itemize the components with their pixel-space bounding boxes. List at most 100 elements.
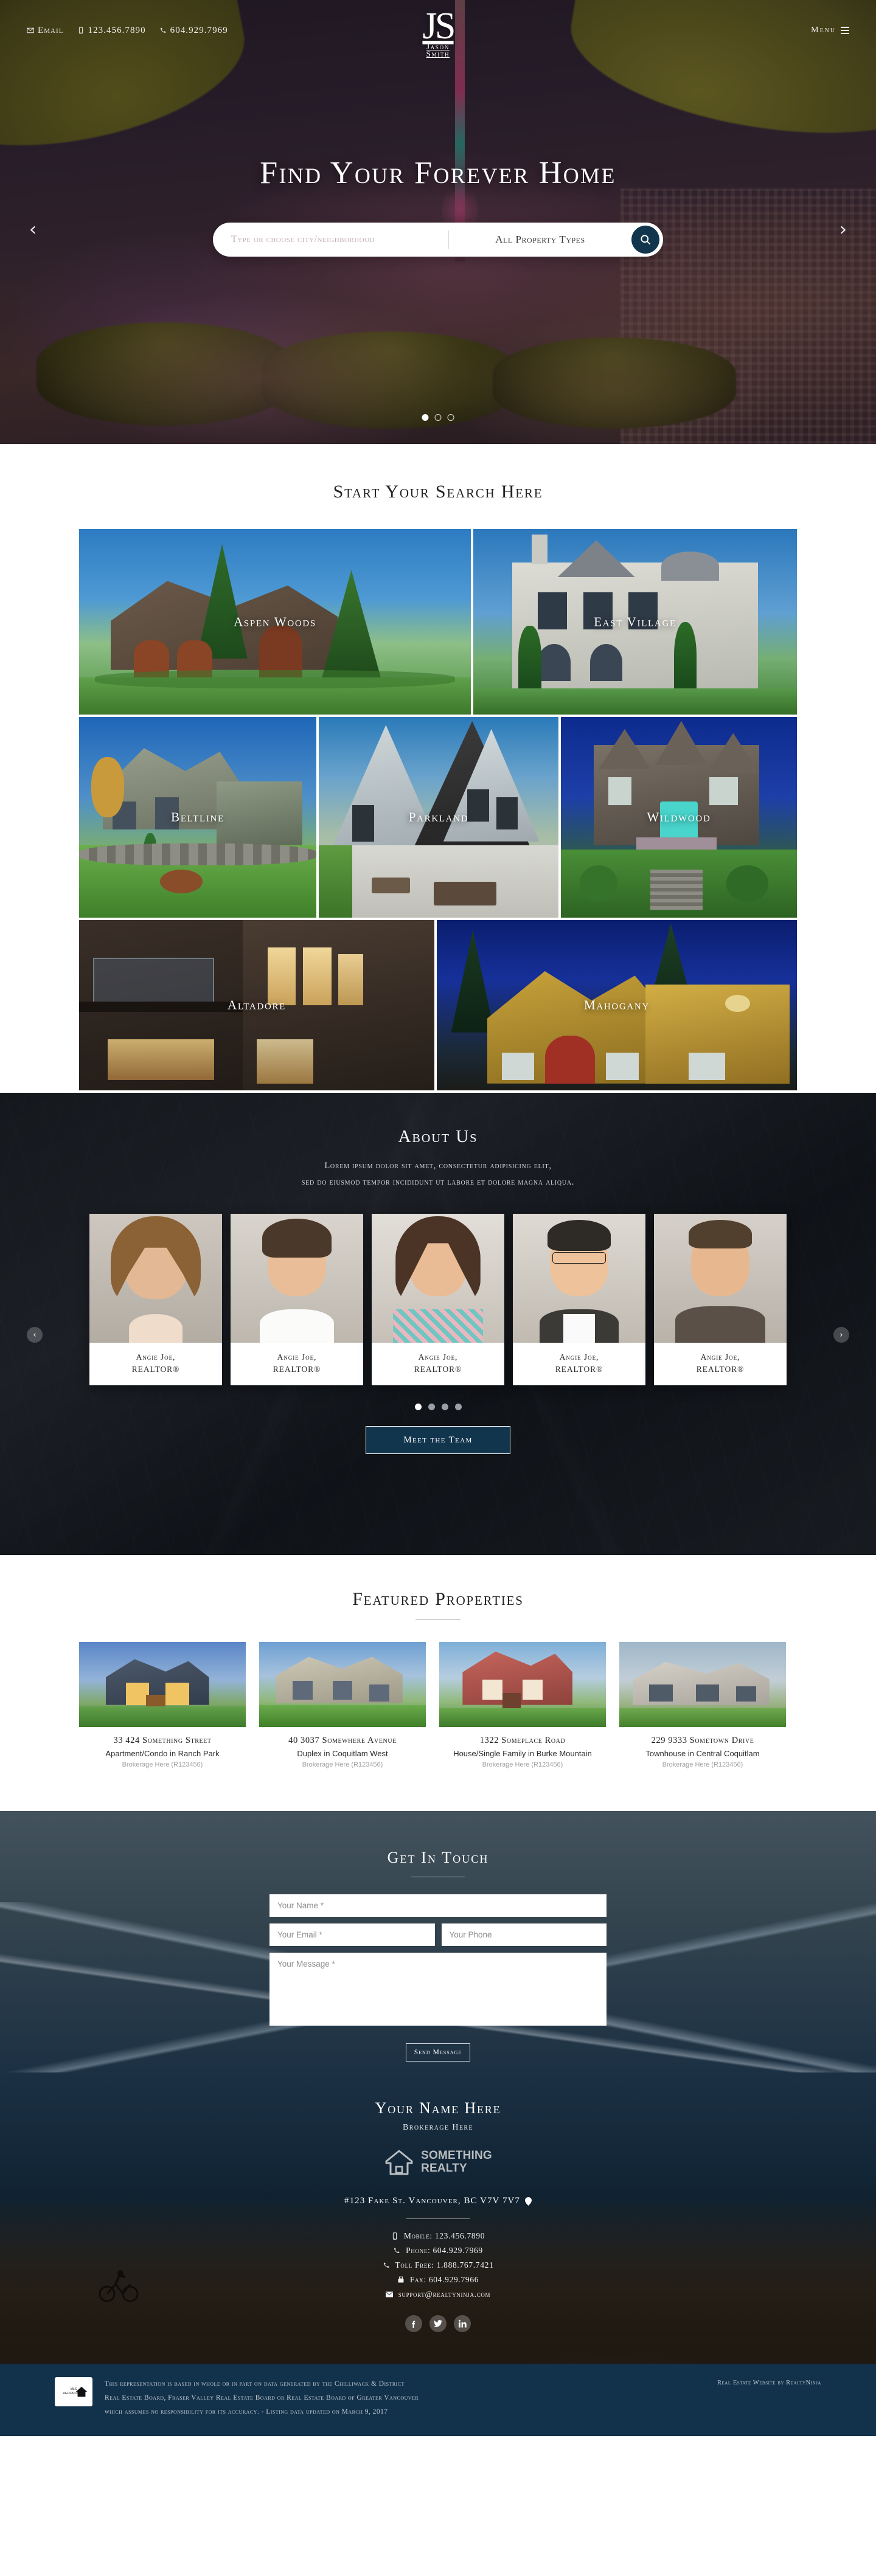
team-dot[interactable] <box>454 1404 462 1411</box>
logo-initials: JS <box>422 5 456 47</box>
team-member-name: Angie Joe, REALTOR® <box>654 1343 787 1386</box>
fax-icon <box>398 2276 404 2283</box>
property-brokerage: Brokerage Here (R123456) <box>662 1761 743 1768</box>
property-photo <box>619 1642 786 1727</box>
tile-label: Aspen Woods <box>234 614 316 629</box>
envelope-icon <box>385 2291 393 2297</box>
footer-phone-text: Phone: 604.929.7969 <box>406 2246 483 2255</box>
team-dot[interactable] <box>414 1404 422 1411</box>
tile-label: Parkland <box>408 809 469 825</box>
search-icon <box>641 235 651 245</box>
search-section-heading: Start Your Search Here <box>333 482 543 502</box>
tile-label: Altadore <box>227 997 287 1013</box>
contact-form: Send Message <box>269 1894 607 2062</box>
facebook-link[interactable] <box>405 2315 422 2332</box>
site-header: Email 123.456.7890 604.929.7969 JS Jason… <box>0 0 876 61</box>
send-message-button[interactable]: Send Message <box>406 2043 470 2062</box>
logo-last-name: Smith <box>426 49 450 59</box>
property-type: Apartment/Condo in Ranch Park <box>105 1749 220 1758</box>
envelope-icon <box>27 27 34 33</box>
footer-contact-list: Mobile: 123.456.7890 Phone: 604.929.7969… <box>0 2231 876 2299</box>
property-card[interactable]: 229 9333 Sometown Drive Townhouse in Cen… <box>619 1642 786 1768</box>
team-member-card[interactable]: Angie Joe, REALTOR® <box>654 1213 787 1386</box>
meet-the-team-button[interactable]: Meet the Team <box>366 1426 510 1455</box>
property-card[interactable]: 33 424 Something Street Apartment/Condo … <box>79 1642 246 1768</box>
header-email-link[interactable]: Email <box>27 26 64 36</box>
footer-toll-free[interactable]: Toll Free: 1.888.767.7421 <box>0 2260 876 2270</box>
legal-line2: Real Estate Board, Fraser Valley Real Es… <box>105 2394 419 2401</box>
team-member-photo <box>372 1213 504 1343</box>
linkedin-icon <box>458 2319 467 2328</box>
phone-field[interactable] <box>441 1923 607 1946</box>
contact-heading: Get In Touch <box>387 1849 489 1866</box>
featured-properties-list: 33 424 Something Street Apartment/Condo … <box>79 1642 797 1768</box>
header-phone-number: 604.929.7969 <box>170 25 228 35</box>
social-links <box>0 2315 876 2332</box>
email-field[interactable] <box>269 1923 435 1946</box>
message-field[interactable] <box>269 1953 607 2026</box>
team-member-name: Angie Joe, REALTOR® <box>372 1343 504 1386</box>
facebook-icon <box>412 2321 415 2328</box>
member-title-text: REALTOR® <box>555 1364 603 1374</box>
property-card[interactable]: 1322 Someplace Road House/Single Family … <box>439 1642 606 1768</box>
footer-email-text: support@realtyninja.com <box>398 2290 491 2299</box>
house-logo-icon <box>385 2150 413 2175</box>
search-input[interactable] <box>213 223 448 257</box>
hero-title: Find Your Forever Home <box>260 156 616 190</box>
linkedin-link[interactable] <box>454 2315 471 2332</box>
neighborhood-row: Beltline Parkland Wildwood <box>79 717 797 918</box>
property-address: 40 3037 Somewhere Avenue <box>288 1736 397 1745</box>
neighborhood-tile-parkland[interactable]: Parkland <box>319 717 558 918</box>
hero-next-arrow[interactable]: › <box>839 221 847 239</box>
team-dot[interactable] <box>428 1404 435 1411</box>
hero-prev-arrow[interactable]: ‹ <box>29 221 36 239</box>
hero-dot[interactable] <box>434 414 442 421</box>
tile-label: Mahogany <box>584 997 650 1013</box>
header-mobile-link[interactable]: 123.456.7890 <box>77 26 146 36</box>
team-member-card[interactable]: Angie Joe, REALTOR® <box>513 1213 645 1386</box>
team-member-photo <box>89 1213 222 1343</box>
team-member-photo <box>654 1213 787 1343</box>
neighborhood-tile-aspen-woods[interactable]: Aspen Woods <box>79 529 471 715</box>
member-name-text: Angie Joe, <box>559 1352 599 1362</box>
hero-carousel-dots <box>422 414 454 421</box>
footer-branding: Your Name Here Brokerage Here SOMETHING … <box>0 2099 876 2176</box>
menu-button[interactable]: Menu <box>811 26 849 35</box>
website-credit: Real Estate Website by RealtyNinja <box>717 2380 821 2386</box>
team-prev-arrow[interactable]: ‹ <box>27 1327 43 1343</box>
legal-bar: MLS RECIPROCITY This representation is b… <box>0 2364 876 2436</box>
menu-label: Menu <box>811 26 836 35</box>
footer-mobile[interactable]: Mobile: 123.456.7890 <box>0 2231 876 2241</box>
neighborhood-row: Altadore Mahogany <box>79 920 797 1090</box>
search-button[interactable] <box>631 226 659 254</box>
hamburger-icon <box>841 27 849 34</box>
brokerage-logo-text: SOMETHING REALTY <box>421 2150 492 2175</box>
twitter-link[interactable] <box>429 2315 447 2332</box>
neighborhood-tile-wildwood[interactable]: Wildwood <box>561 717 797 918</box>
mls-reciprocity-logo: MLS RECIPROCITY <box>55 2377 92 2406</box>
neighborhood-tile-beltline[interactable]: Beltline <box>79 717 316 918</box>
hero-dot[interactable] <box>447 414 454 421</box>
footer-email[interactable]: support@realtyninja.com <box>0 2290 876 2299</box>
property-card[interactable]: 40 3037 Somewhere Avenue Duplex in Coqui… <box>259 1642 426 1768</box>
hero-carousel: Email 123.456.7890 604.929.7969 JS Jason… <box>0 0 876 444</box>
team-member-photo <box>513 1213 645 1343</box>
neighborhood-tile-mahogany[interactable]: Mahogany <box>437 920 797 1090</box>
mobile-icon <box>392 2232 397 2240</box>
footer-phone[interactable]: Phone: 604.929.7969 <box>0 2246 876 2256</box>
name-field[interactable] <box>269 1894 607 1917</box>
team-member-card[interactable]: Angie Joe, REALTOR® <box>372 1213 504 1386</box>
team-member-card[interactable]: Angie Joe, REALTOR® <box>89 1213 222 1386</box>
team-dot[interactable] <box>441 1404 448 1411</box>
contact-footer-section: Get In Touch Send Message Your Name Here… <box>0 1811 876 2436</box>
property-type-select[interactable]: All Property Types <box>449 234 631 246</box>
property-type: House/Single Family in Burke Mountain <box>453 1749 592 1758</box>
neighborhood-tile-altadore[interactable]: Altadore <box>79 920 434 1090</box>
hero-dot[interactable] <box>422 414 429 421</box>
site-logo[interactable]: JS Jason Smith <box>422 5 456 59</box>
team-member-card[interactable]: Angie Joe, REALTOR® <box>231 1213 363 1386</box>
neighborhood-grid: Aspen Woods East Village Beltline Parkla… <box>79 529 797 1090</box>
neighborhood-tile-east-village[interactable]: East Village <box>473 529 797 715</box>
team-next-arrow[interactable]: › <box>833 1327 849 1343</box>
header-phone-link[interactable]: 604.929.7969 <box>159 26 228 36</box>
